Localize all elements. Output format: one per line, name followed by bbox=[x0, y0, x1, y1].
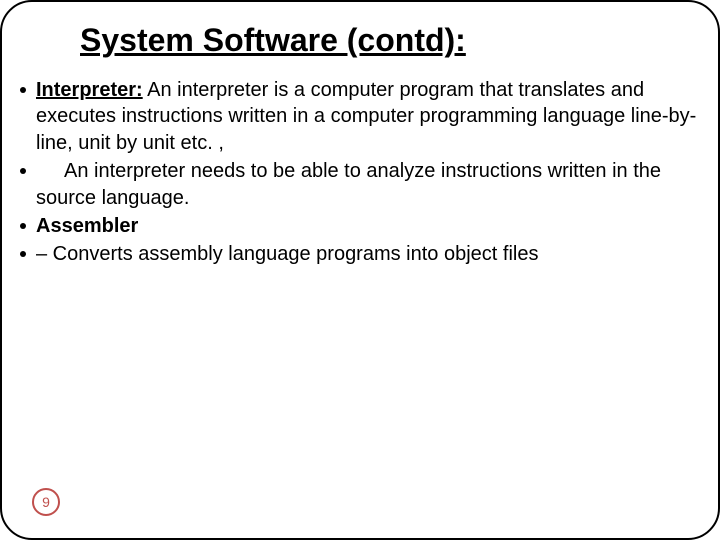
page-number: 9 bbox=[42, 494, 50, 510]
text-span: – Converts assembly language programs in… bbox=[36, 243, 538, 265]
bullet-text: Assembler bbox=[36, 213, 700, 239]
bullet-item: Assembler bbox=[20, 213, 700, 239]
slide-title: System Software (contd): bbox=[80, 22, 700, 59]
slide-frame: System Software (contd): Interpreter: An… bbox=[0, 0, 720, 540]
term-assembler: Assembler bbox=[36, 215, 138, 237]
slide-body: Interpreter: An interpreter is a compute… bbox=[20, 77, 700, 268]
bullet-text: – Converts assembly language programs in… bbox=[36, 241, 700, 267]
bullet-dot-icon bbox=[20, 87, 26, 93]
page-number-badge: 9 bbox=[32, 488, 60, 516]
text-span: An interpreter needs to be able to analy… bbox=[36, 160, 661, 208]
bullet-item: Interpreter: An interpreter is a compute… bbox=[20, 77, 700, 156]
term-interpreter: Interpreter: bbox=[36, 79, 143, 101]
bullet-item: – Converts assembly language programs in… bbox=[20, 241, 700, 267]
bullet-item: An interpreter needs to be able to analy… bbox=[20, 158, 700, 211]
bullet-text: An interpreter needs to be able to analy… bbox=[36, 158, 700, 211]
bullet-dot-icon bbox=[20, 251, 26, 257]
bullet-dot-icon bbox=[20, 223, 26, 229]
bullet-text: Interpreter: An interpreter is a compute… bbox=[36, 77, 700, 156]
bullet-dot-icon bbox=[20, 168, 26, 174]
